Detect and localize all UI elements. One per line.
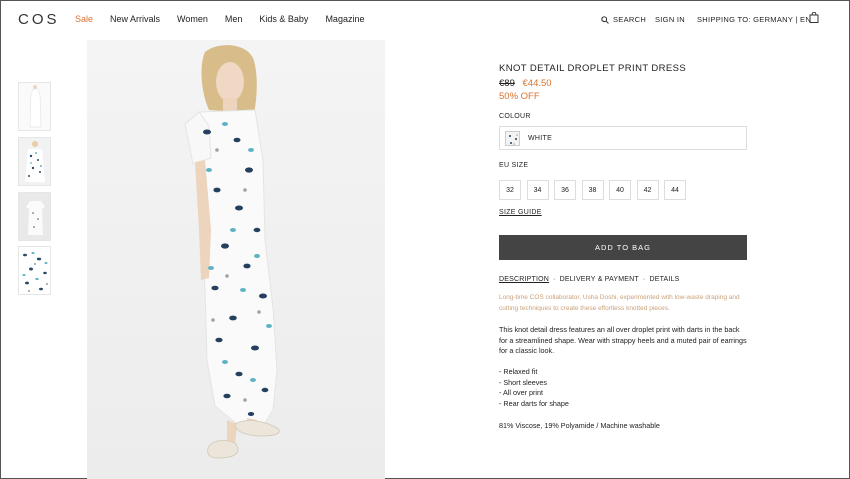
size-guide-link[interactable]: SIZE GUIDE xyxy=(499,209,542,216)
product-description: This knot detail dress features an all o… xyxy=(499,325,747,356)
nav-item-men[interactable]: Men xyxy=(225,14,243,24)
thumbnail-2[interactable] xyxy=(18,137,51,186)
size-option-42[interactable]: 42 xyxy=(636,180,659,200)
collaboration-intro: Long-time COS collaborator, Usha Doshi, … xyxy=(499,294,740,312)
droplet-print-swatch-icon xyxy=(509,133,518,145)
nav-item-women[interactable]: Women xyxy=(177,14,208,24)
dress-flat-image xyxy=(19,193,50,240)
sign-in-link[interactable]: SIGN IN xyxy=(655,15,685,24)
dress-front-image xyxy=(19,83,50,130)
tab-separator: · xyxy=(642,276,646,283)
original-price: €89 xyxy=(499,78,515,89)
search-icon xyxy=(601,15,609,24)
nav-item-sale[interactable]: Sale xyxy=(75,14,93,24)
nav-item-magazine[interactable]: Magazine xyxy=(325,14,364,24)
feature-item: - All over print xyxy=(499,388,543,398)
size-options: 32 34 36 38 40 42 44 xyxy=(499,180,692,200)
search-label: SEARCH xyxy=(613,15,647,24)
cos-logo[interactable]: COS xyxy=(18,11,60,28)
feature-list: - Relaxed fit - Short sleeves - All over… xyxy=(499,367,569,410)
feature-item: - Rear darts for shape xyxy=(499,399,569,409)
discount-badge: 50% OFF xyxy=(499,91,540,102)
colour-value: WHITE xyxy=(528,134,553,142)
shopping-bag-icon[interactable] xyxy=(809,12,819,23)
nav-item-kids-baby[interactable]: Kids & Baby xyxy=(259,14,308,24)
size-option-38[interactable]: 38 xyxy=(581,180,604,200)
main-nav: Sale New Arrivals Women Men Kids & Baby … xyxy=(75,14,381,24)
thumbnail-4[interactable] xyxy=(18,246,51,295)
size-option-36[interactable]: 36 xyxy=(554,180,576,200)
main-product-image[interactable] xyxy=(87,40,385,479)
thumbnail-1[interactable] xyxy=(18,82,51,131)
product-panel: KNOT DETAIL DROPLET PRINT DRESS €89 €44.… xyxy=(499,63,749,430)
shipping-selector[interactable]: SHIPPING TO: GERMANY | EN xyxy=(697,15,811,24)
material-care: 81% Viscose, 19% Polyamide / Machine was… xyxy=(499,421,660,430)
model-wearing-dress-image xyxy=(87,40,385,479)
thumbnail-3[interactable] xyxy=(18,192,51,241)
site-header: COS Sale New Arrivals Women Men Kids & B… xyxy=(0,0,850,38)
size-option-32[interactable]: 32 xyxy=(499,180,521,200)
feature-item: - Relaxed fit xyxy=(499,367,538,376)
colour-label: COLOUR xyxy=(499,113,531,120)
tab-description[interactable]: DESCRIPTION xyxy=(499,276,549,283)
tab-separator: · xyxy=(553,276,556,283)
product-title: KNOT DETAIL DROPLET PRINT DRESS xyxy=(499,63,687,74)
colour-selector[interactable]: WHITE xyxy=(499,126,747,150)
nav-item-new-arrivals[interactable]: New Arrivals xyxy=(110,14,160,24)
price-row: €89 €44.50 xyxy=(499,78,749,89)
tab-details[interactable]: DETAILS xyxy=(649,276,679,283)
size-option-40[interactable]: 40 xyxy=(609,180,631,200)
tab-delivery-payment[interactable]: DELIVERY & PAYMENT xyxy=(560,276,639,283)
model-back-image xyxy=(19,138,50,185)
search-link[interactable]: SEARCH xyxy=(601,15,646,24)
size-option-34[interactable]: 34 xyxy=(526,180,549,200)
sale-price: €44.50 xyxy=(522,78,552,89)
size-label: EU SIZE xyxy=(499,162,529,169)
size-option-44[interactable]: 44 xyxy=(664,180,686,200)
info-tabs: DESCRIPTION · DELIVERY & PAYMENT · DETAI… xyxy=(499,276,680,283)
colour-swatch xyxy=(505,130,520,146)
print-detail-image xyxy=(19,247,50,294)
feature-item: - Short sleeves xyxy=(499,377,547,387)
add-to-bag-button[interactable]: ADD TO BAG xyxy=(499,235,747,260)
